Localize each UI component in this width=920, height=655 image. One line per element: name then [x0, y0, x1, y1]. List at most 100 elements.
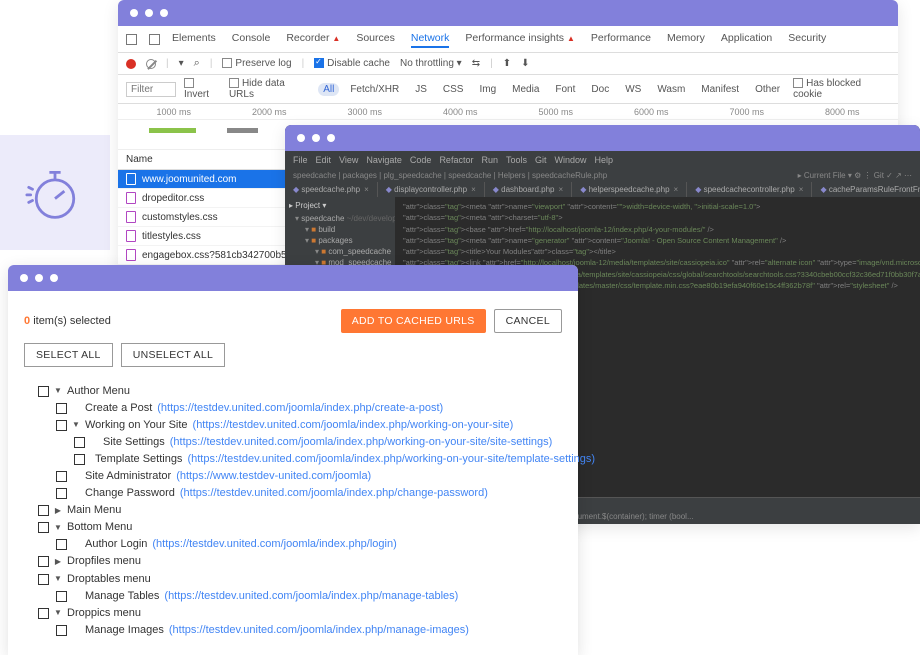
tree-checkbox[interactable]	[56, 471, 67, 482]
filter-type-other[interactable]: Other	[750, 83, 785, 96]
disable-cache-checkbox[interactable]: Disable cache	[314, 58, 390, 69]
tree-checkbox[interactable]	[56, 539, 67, 550]
invert-checkbox[interactable]: Invert	[184, 78, 221, 100]
tree-checkbox[interactable]	[56, 403, 67, 414]
menu-refactor[interactable]: Refactor	[439, 155, 473, 165]
devtools-tab-sources[interactable]: Sources	[356, 30, 395, 48]
editor-tab[interactable]: ◆ helperspeedcache.php×	[572, 182, 687, 197]
filter-type-img[interactable]: Img	[474, 83, 501, 96]
download-icon[interactable]: ⬇	[521, 58, 529, 69]
filter-type-media[interactable]: Media	[507, 83, 544, 96]
filter-input[interactable]	[126, 82, 176, 97]
editor-tab[interactable]: ◆ speedcachecontroller.php×	[687, 182, 812, 197]
filter-type-fetch-xhr[interactable]: Fetch/XHR	[345, 83, 404, 96]
clear-icon[interactable]	[146, 59, 156, 69]
tree-checkbox[interactable]	[38, 556, 49, 567]
menu-code[interactable]: Code	[410, 155, 432, 165]
throttling-select[interactable]: No throttling ▾	[400, 58, 462, 69]
tree-url: (https://www.testdev-united.com/joomla)	[176, 468, 371, 485]
search-icon[interactable]: ⌕	[194, 57, 200, 70]
tree-checkbox[interactable]	[56, 625, 67, 636]
device-icon[interactable]	[149, 34, 160, 45]
tree-label: Site Administrator	[85, 468, 171, 485]
filter-type-all[interactable]: All	[318, 83, 339, 96]
hide-dataurl-checkbox[interactable]: Hide data URLs	[229, 78, 310, 100]
devtools-tab-console[interactable]: Console	[232, 30, 271, 48]
caret-right-icon[interactable]: ▶	[54, 505, 62, 517]
caret-down-icon[interactable]: ▼	[72, 419, 80, 431]
file-icon	[126, 173, 136, 185]
caret-down-icon[interactable]: ▼	[54, 385, 62, 397]
wifi-icon[interactable]: ⇆	[472, 58, 480, 69]
devtools-tab-performance-insights[interactable]: Performance insights ▲	[465, 30, 574, 48]
menu-run[interactable]: Run	[481, 155, 498, 165]
tree-label: Droppics menu	[67, 605, 141, 622]
filter-type-ws[interactable]: WS	[620, 83, 646, 96]
devtools-tab-elements[interactable]: Elements	[172, 30, 216, 48]
menu-file[interactable]: File	[293, 155, 308, 165]
menu-navigate[interactable]: Navigate	[366, 155, 402, 165]
menu-tools[interactable]: Tools	[506, 155, 527, 165]
menu-help[interactable]: Help	[595, 155, 614, 165]
devtools-tab-recorder[interactable]: Recorder ▲	[286, 30, 340, 48]
upload-icon[interactable]: ⬆	[503, 58, 511, 69]
devtools-tab-network[interactable]: Network	[411, 30, 450, 48]
add-to-cached-urls-button[interactable]: ADD TO CACHED URLS	[341, 309, 486, 333]
file-icon	[126, 192, 136, 204]
tree-folder[interactable]: ■ build	[305, 224, 391, 235]
tree-checkbox[interactable]	[38, 522, 49, 533]
tree-folder[interactable]: ■ packages	[305, 235, 391, 246]
preserve-log-checkbox[interactable]: Preserve log	[222, 58, 291, 69]
filter-type-font[interactable]: Font	[550, 83, 580, 96]
devtools-tab-performance[interactable]: Performance	[591, 30, 651, 48]
menu-git[interactable]: Git	[535, 155, 547, 165]
menu-window[interactable]: Window	[555, 155, 587, 165]
tree-checkbox[interactable]	[38, 505, 49, 516]
tree-checkbox[interactable]	[56, 488, 67, 499]
menu-edit[interactable]: Edit	[316, 155, 332, 165]
unselect-all-button[interactable]: UNSELECT ALL	[121, 343, 225, 367]
tree-label: Main Menu	[67, 502, 121, 519]
tree-label: Site Settings	[103, 434, 165, 451]
tree-checkbox[interactable]	[38, 386, 49, 397]
filter-type-doc[interactable]: Doc	[586, 83, 614, 96]
devtools-tab-memory[interactable]: Memory	[667, 30, 705, 48]
filter-type-js[interactable]: JS	[410, 83, 432, 96]
tree-checkbox[interactable]	[74, 454, 85, 465]
record-icon[interactable]	[126, 59, 136, 69]
devtools-tab-security[interactable]: Security	[788, 30, 826, 48]
tree-label: Author Login	[85, 536, 147, 553]
filter-type-wasm[interactable]: Wasm	[652, 83, 690, 96]
tree-checkbox[interactable]	[38, 608, 49, 619]
caret-down-icon[interactable]: ▼	[54, 607, 62, 619]
menu-view[interactable]: View	[339, 155, 358, 165]
filter-type-manifest[interactable]: Manifest	[696, 83, 744, 96]
tree-folder[interactable]: ■ com_speedcache	[305, 246, 391, 257]
editor-tab[interactable]: ◆ cacheParamsRuleFrontFree.php×	[812, 182, 920, 197]
tree-checkbox[interactable]	[56, 420, 67, 431]
tree-url: (https://testdev.united.com/joomla/index…	[164, 588, 458, 605]
editor-tab[interactable]: ◆ dashboard.php×	[485, 182, 572, 197]
caret-down-icon[interactable]: ▼	[54, 573, 62, 585]
filter-type-css[interactable]: CSS	[438, 83, 469, 96]
tree-root[interactable]: speedcache ~/dev/development/joomla	[295, 213, 391, 224]
devtools-tab-application[interactable]: Application	[721, 30, 772, 48]
editor-tab[interactable]: ◆ speedcache.php×	[285, 182, 378, 197]
tree-url: (https://testdev.united.com/joomla/index…	[157, 400, 443, 417]
caret-right-icon[interactable]: ▶	[54, 556, 62, 568]
caret-down-icon[interactable]: ▼	[54, 522, 62, 534]
filter-toggle-icon[interactable]: ▾	[179, 58, 184, 69]
stopwatch-icon	[25, 163, 85, 223]
editor-tab[interactable]: ◆ displaycontroller.php×	[378, 182, 485, 197]
tree-checkbox[interactable]	[56, 591, 67, 602]
blocked-cookies-checkbox[interactable]: Has blocked cookie	[793, 78, 890, 100]
cancel-button[interactable]: CANCEL	[494, 309, 562, 333]
tree-label: Create a Post	[85, 400, 152, 417]
select-all-button[interactable]: SELECT ALL	[24, 343, 113, 367]
tree-checkbox[interactable]	[74, 437, 85, 448]
ide-run-config[interactable]: ▸ Current File ▾ ⚙ ⋮ Git ✓ ↗ ⋯	[798, 171, 912, 180]
tree-row: Manage Tables (https://testdev.united.co…	[38, 588, 568, 605]
tree-checkbox[interactable]	[38, 574, 49, 585]
inspect-icon[interactable]	[126, 34, 137, 45]
admin-panel: 0 item(s) selected ADD TO CACHED URLS CA…	[8, 265, 578, 655]
